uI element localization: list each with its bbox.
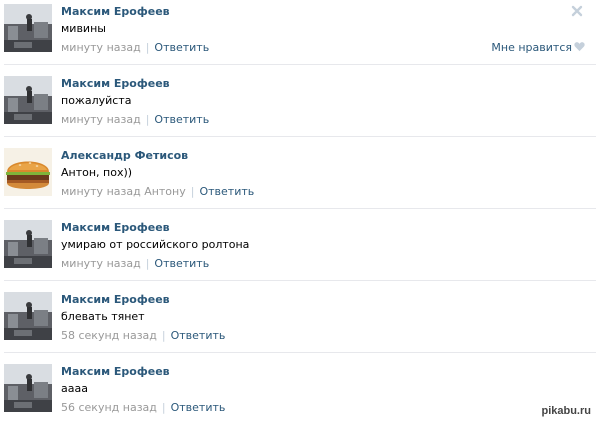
- comment-author[interactable]: Максим Ерофеев: [61, 221, 170, 234]
- photo-avatar-icon: [4, 4, 52, 52]
- comment-time[interactable]: минуту назад Антону: [61, 185, 186, 198]
- comment-meta: минуту назад | Ответить: [61, 113, 209, 126]
- comment-item: Максим Ерофеев аааа 56 секунд назад | Отве…: [0, 360, 600, 432]
- meta-separator: |: [145, 257, 150, 270]
- photo-avatar-icon: [4, 364, 52, 412]
- comment-time[interactable]: минуту назад: [61, 257, 141, 270]
- meta-separator: |: [145, 41, 150, 54]
- avatar[interactable]: [4, 364, 52, 412]
- comment-time[interactable]: 56 секунд назад: [61, 401, 157, 414]
- meta-separator: |: [161, 401, 166, 414]
- comment-time[interactable]: 58 секунд назад: [61, 329, 157, 342]
- reply-link[interactable]: Ответить: [171, 401, 226, 414]
- comment-author[interactable]: Максим Ерофеев: [61, 293, 170, 306]
- comment-author[interactable]: Максим Ерофеев: [61, 365, 170, 378]
- comment-text: мивины: [61, 22, 106, 35]
- watermark: pikabu.ru: [538, 404, 594, 418]
- avatar[interactable]: [4, 292, 52, 340]
- comment-text: блевать тянет: [61, 310, 145, 323]
- comment-meta: минуту назад | Ответить: [61, 41, 209, 54]
- comment-text: пожалуйста: [61, 94, 132, 107]
- comment-divider: [4, 352, 596, 353]
- photo-avatar-icon: [4, 220, 52, 268]
- meta-separator: |: [161, 329, 166, 342]
- comment-text: Антон, пох)): [61, 166, 133, 179]
- comment-item: Александр Фетисов Антон, пох)) минуту на…: [0, 144, 600, 216]
- photo-avatar-icon: [4, 76, 52, 124]
- comment-text: умираю от российского ролтона: [61, 238, 250, 251]
- comment-author[interactable]: Максим Ерофеев: [61, 5, 170, 18]
- comment-meta: 56 секунд назад | Ответить: [61, 401, 225, 414]
- heart-icon[interactable]: [574, 41, 585, 52]
- comment-meta: минуту назад Антону | Ответить: [61, 185, 254, 198]
- burger-avatar-icon: [4, 148, 52, 196]
- comment-time[interactable]: минуту назад: [61, 41, 141, 54]
- comment-divider: [4, 136, 596, 137]
- meta-separator: |: [145, 113, 150, 126]
- comment-time[interactable]: минуту назад: [61, 113, 141, 126]
- close-icon[interactable]: [571, 5, 583, 17]
- photo-avatar-icon: [4, 292, 52, 340]
- avatar[interactable]: [4, 4, 52, 52]
- comment-item: Максим Ерофеев умираю от российского рол…: [0, 216, 600, 288]
- reply-link[interactable]: Ответить: [154, 113, 209, 126]
- comment-divider: [4, 64, 596, 65]
- avatar[interactable]: [4, 220, 52, 268]
- avatar[interactable]: [4, 148, 52, 196]
- meta-separator: |: [190, 185, 195, 198]
- reply-link[interactable]: Ответить: [154, 257, 209, 270]
- comment-author[interactable]: Александр Фетисов: [61, 149, 188, 162]
- comment-author[interactable]: Максим Ерофеев: [61, 77, 170, 90]
- comment-item: Максим Ерофеев блевать тянет 58 секунд н…: [0, 288, 600, 360]
- reply-link[interactable]: Ответить: [199, 185, 254, 198]
- reply-link[interactable]: Ответить: [171, 329, 226, 342]
- comment-item: Максим Ерофеев мивины минуту назад | Ответ…: [0, 0, 600, 72]
- comment-meta: 58 секунд назад | Ответить: [61, 329, 225, 342]
- like-button[interactable]: Мне нравится: [491, 41, 572, 54]
- avatar[interactable]: [4, 76, 52, 124]
- comment-item: Максим Ерофеев пожалуйста минуту назад | О…: [0, 72, 600, 144]
- comment-text: аааа: [61, 382, 88, 395]
- reply-link[interactable]: Ответить: [154, 41, 209, 54]
- comment-divider: [4, 208, 596, 209]
- comment-divider: [4, 280, 596, 281]
- comment-meta: минуту назад | Ответить: [61, 257, 209, 270]
